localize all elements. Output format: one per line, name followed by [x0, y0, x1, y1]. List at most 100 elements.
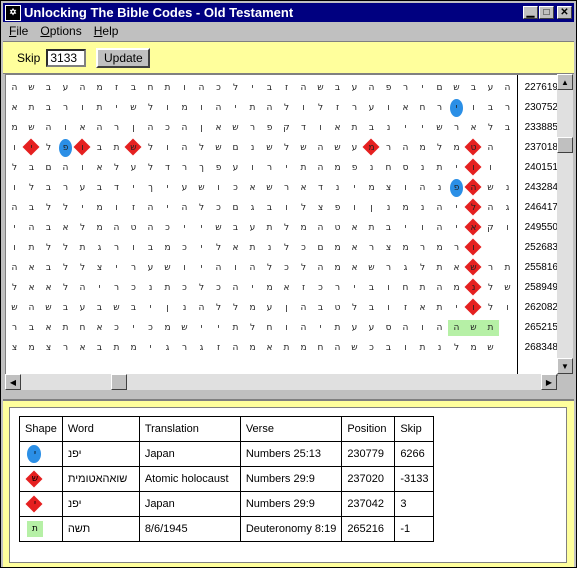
- grid-cell[interactable]: כ: [159, 118, 176, 138]
- grid-cell[interactable]: ה: [414, 178, 431, 198]
- grid-cell[interactable]: י: [448, 158, 465, 178]
- grid-cell[interactable]: ח: [380, 158, 397, 178]
- grid-cell[interactable]: ו: [108, 198, 125, 218]
- grid-cell[interactable]: נ: [431, 178, 448, 198]
- grid-cell[interactable]: י: [244, 278, 261, 298]
- grid-cell[interactable]: ר: [244, 118, 261, 138]
- grid-cell[interactable]: ה: [295, 318, 312, 338]
- grid-cell[interactable]: א: [210, 118, 227, 138]
- grid-cell[interactable]: [499, 318, 516, 338]
- grid-cell[interactable]: ל: [312, 98, 329, 118]
- grid-cell[interactable]: ב: [91, 178, 108, 198]
- grid-cell[interactable]: ט: [329, 218, 346, 238]
- grid-cell[interactable]: ה: [312, 138, 329, 158]
- grid-cell[interactable]: ר: [176, 158, 193, 178]
- grid-cell[interactable]: ל: [40, 198, 57, 218]
- grid-cell[interactable]: ה: [193, 78, 210, 98]
- grid-cell[interactable]: ש: [159, 258, 176, 278]
- grid-cell[interactable]: ו: [6, 138, 23, 158]
- grid-cell[interactable]: [482, 238, 499, 258]
- grid-cell[interactable]: נ: [380, 118, 397, 138]
- grid-cell[interactable]: א: [346, 218, 363, 238]
- grid-cell[interactable]: ש: [125, 98, 142, 118]
- grid-cell[interactable]: ב: [23, 198, 40, 218]
- grid-cell[interactable]: ן: [193, 118, 210, 138]
- grid-cell[interactable]: ר: [261, 158, 278, 178]
- grid-cell[interactable]: ק: [482, 218, 499, 238]
- grid-cell[interactable]: ת: [261, 218, 278, 238]
- grid-cell[interactable]: ב: [57, 298, 74, 318]
- grid-cell[interactable]: ו: [414, 218, 431, 238]
- grid-cell[interactable]: ע: [74, 298, 91, 318]
- grid-cell[interactable]: י: [278, 158, 295, 178]
- grid-cell[interactable]: א: [244, 178, 261, 198]
- grid-cell[interactable]: ל: [278, 98, 295, 118]
- grid-cell[interactable]: כ: [363, 338, 380, 358]
- grid-cell[interactable]: א: [448, 258, 465, 278]
- skip-input[interactable]: [46, 48, 87, 67]
- grid-cell[interactable]: י: [22, 138, 40, 158]
- grid-cell[interactable]: ה: [91, 118, 108, 138]
- grid-cell[interactable]: כ: [210, 78, 227, 98]
- grid-cell[interactable]: נ: [329, 178, 346, 198]
- grid-cell[interactable]: ת: [74, 238, 91, 258]
- grid-cell[interactable]: ן: [363, 198, 380, 218]
- grid-cell[interactable]: ב: [380, 218, 397, 238]
- grid-cell[interactable]: ת: [108, 138, 125, 158]
- grid-cell[interactable]: ב: [125, 78, 142, 98]
- grid-cell[interactable]: ם: [40, 158, 57, 178]
- grid-cell[interactable]: ה: [6, 258, 23, 278]
- grid-cell[interactable]: ש: [312, 78, 329, 98]
- grid-cell[interactable]: ם: [312, 238, 329, 258]
- grid-cell[interactable]: מ: [23, 338, 40, 358]
- grid-cell[interactable]: ר: [329, 278, 346, 298]
- grid-cell[interactable]: ש: [261, 138, 278, 158]
- grid-cell[interactable]: ש: [176, 318, 193, 338]
- grid-cell[interactable]: מ: [329, 238, 346, 258]
- horizontal-scrollbar[interactable]: ◀ ▶: [5, 374, 557, 390]
- vertical-scroll-thumb[interactable]: [557, 137, 573, 153]
- grid-cell[interactable]: י: [176, 218, 193, 238]
- grid-cell[interactable]: ג: [193, 338, 210, 358]
- grid-cell[interactable]: ב: [329, 78, 346, 98]
- grid-cell[interactable]: ת: [159, 78, 176, 98]
- grid-cell[interactable]: ח: [397, 278, 414, 298]
- grid-cell[interactable]: ה: [6, 78, 23, 98]
- grid-cell[interactable]: ל: [57, 198, 74, 218]
- grid-cell[interactable]: ל: [482, 118, 499, 138]
- grid-cell[interactable]: ו: [193, 98, 210, 118]
- grid-cell[interactable]: א: [295, 178, 312, 198]
- grid-cell[interactable]: ה: [23, 218, 40, 238]
- grid-cell[interactable]: פ: [210, 158, 227, 178]
- grid-cell[interactable]: ע: [244, 218, 261, 238]
- grid-cell[interactable]: ר: [108, 118, 125, 138]
- grid-cell[interactable]: א: [397, 98, 414, 118]
- grid-cell[interactable]: ו: [176, 78, 193, 98]
- grid-cell[interactable]: י: [448, 98, 465, 118]
- grid-cell[interactable]: ש: [346, 338, 363, 358]
- grid-cell[interactable]: ט: [125, 218, 142, 238]
- grid-cell[interactable]: ל: [261, 258, 278, 278]
- grid-cell[interactable]: ע: [346, 78, 363, 98]
- grid-cell[interactable]: כ: [176, 238, 193, 258]
- grid-cell[interactable]: ה: [397, 318, 414, 338]
- grid-cell[interactable]: מ: [295, 338, 312, 358]
- grid-cell[interactable]: נ: [414, 198, 431, 218]
- grid-cell[interactable]: ס: [380, 318, 397, 338]
- grid-cell[interactable]: נ: [414, 158, 431, 178]
- grid-cell[interactable]: ש: [464, 258, 482, 278]
- grid-cell[interactable]: ש: [295, 138, 312, 158]
- grid-cell[interactable]: מ: [125, 338, 142, 358]
- grid-cell[interactable]: י: [74, 198, 91, 218]
- grid-cell[interactable]: ל: [482, 298, 499, 318]
- grid-cell[interactable]: ה: [464, 178, 482, 198]
- grid-cell[interactable]: ב: [142, 238, 159, 258]
- grid-cell[interactable]: ר: [431, 98, 448, 118]
- grid-cell[interactable]: ת: [244, 98, 261, 118]
- grid-cell[interactable]: ת: [278, 338, 295, 358]
- grid-cell[interactable]: נ: [363, 158, 380, 178]
- grid-cell[interactable]: מ: [397, 198, 414, 218]
- grid-cell[interactable]: ו: [295, 98, 312, 118]
- grid-cell[interactable]: ו: [464, 298, 482, 318]
- grid-cell[interactable]: ע: [363, 98, 380, 118]
